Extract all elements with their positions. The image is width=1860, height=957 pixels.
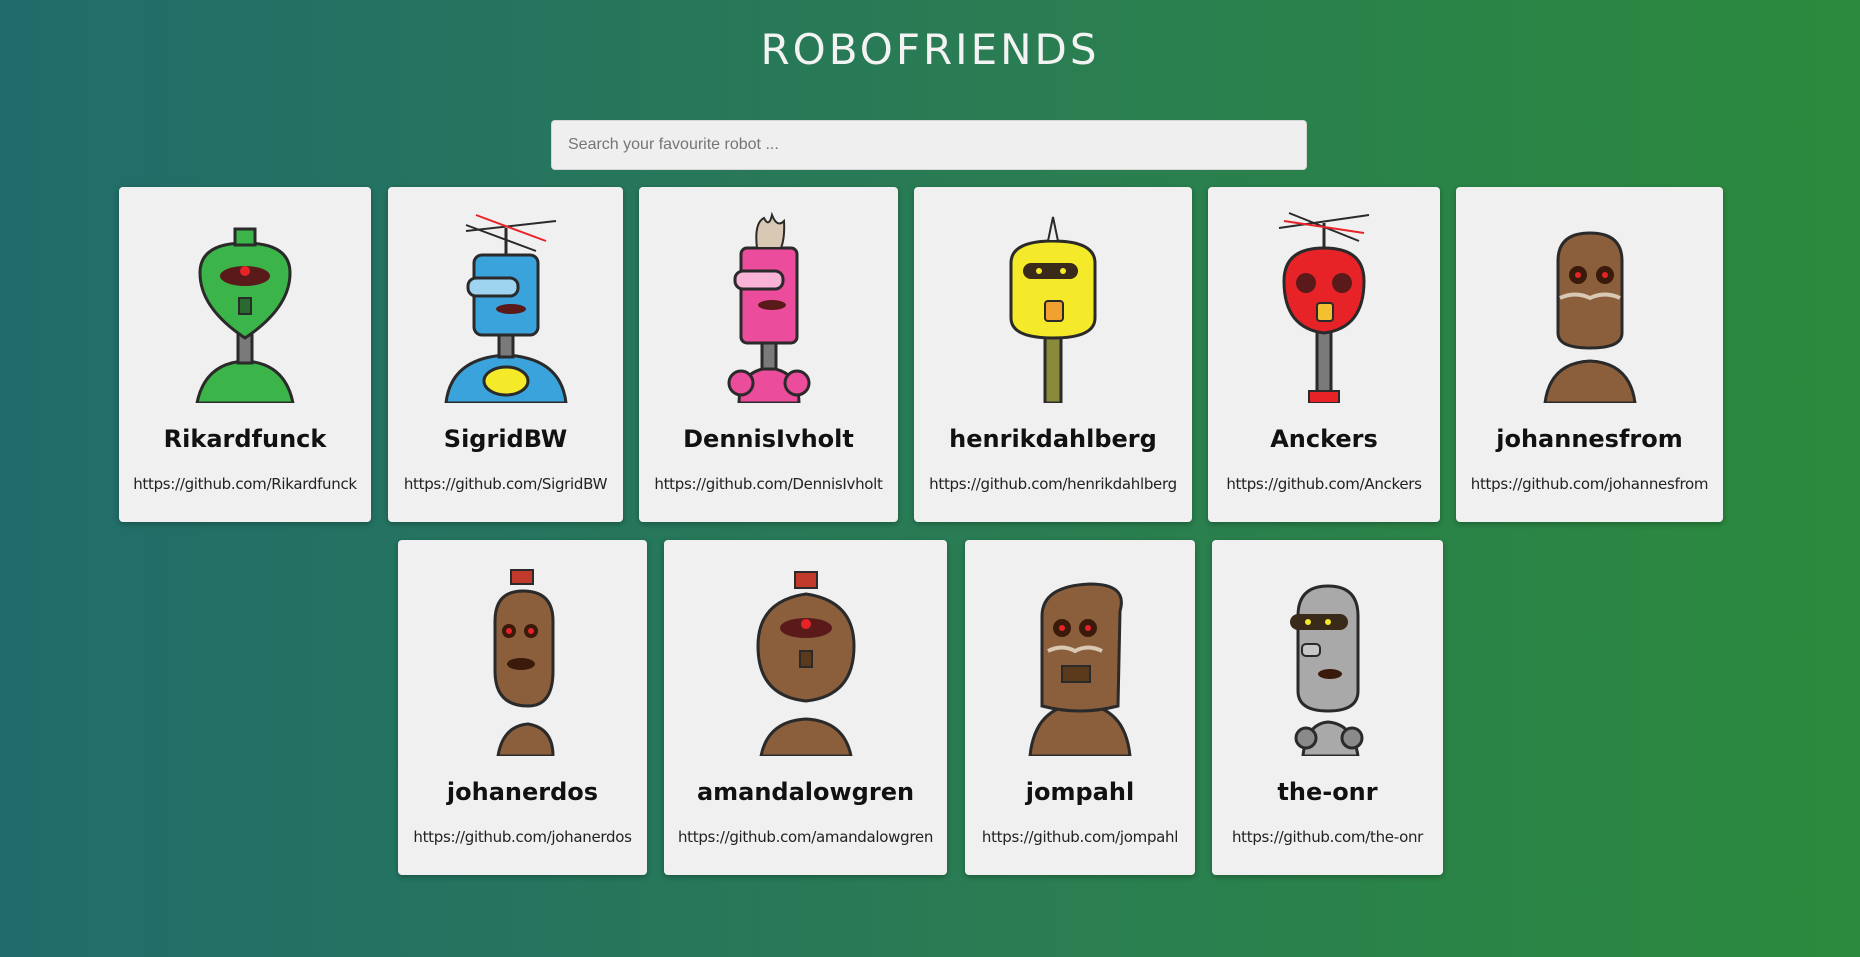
brown-robot-icon — [1028, 582, 1132, 756]
robot-card[interactable]: Rikardfunck https://github.com/Rikardfun… — [119, 187, 371, 522]
robot-name: amandalowgren — [696, 778, 915, 806]
brown-robot-icon — [1542, 231, 1637, 403]
robot-name: johannesfrom — [1496, 425, 1683, 453]
search-input[interactable] — [551, 120, 1307, 170]
silver-robot-icon — [1289, 584, 1363, 756]
robot-url[interactable]: https://github.com/johannesfrom — [1456, 475, 1723, 493]
robot-url[interactable]: https://github.com/Anckers — [1208, 475, 1440, 493]
robot-card[interactable]: johannesfrom https://github.com/johannes… — [1456, 187, 1723, 522]
blue-robot-icon — [443, 214, 568, 403]
robot-url[interactable]: https://github.com/the-onr — [1212, 828, 1443, 846]
robot-name: SigridBW — [443, 425, 568, 453]
red-robot-icon — [1278, 212, 1370, 403]
robot-card[interactable]: DennisIvholt https://github.com/DennisIv… — [639, 187, 898, 522]
robot-card[interactable]: SigridBW https://github.com/SigridBW — [388, 187, 623, 522]
robot-name: Anckers — [1270, 425, 1378, 453]
brown-robot-icon — [755, 571, 856, 756]
pink-robot-icon — [727, 211, 810, 403]
robot-card[interactable]: johanerdos https://github.com/johanerdos — [398, 540, 647, 875]
green-robot-icon — [195, 227, 295, 403]
robot-name: jompahl — [1025, 778, 1135, 806]
robot-url[interactable]: https://github.com/henrikdahlberg — [914, 475, 1192, 493]
robot-url[interactable]: https://github.com/SigridBW — [388, 475, 623, 493]
robot-url[interactable]: https://github.com/DennisIvholt — [639, 475, 898, 493]
robot-url[interactable]: https://github.com/jompahl — [965, 828, 1195, 846]
robot-card[interactable]: Anckers https://github.com/Anckers — [1208, 187, 1440, 522]
robot-url[interactable]: https://github.com/Rikardfunck — [119, 475, 371, 493]
robot-card[interactable]: the-onr https://github.com/the-onr — [1212, 540, 1443, 875]
app-title: ROBOFRIENDS — [760, 25, 1100, 74]
robot-name: johanerdos — [446, 778, 599, 806]
robot-url[interactable]: https://github.com/amandalowgren — [664, 828, 947, 846]
robot-card[interactable]: amandalowgren https://github.com/amandal… — [664, 540, 947, 875]
robot-name: henrikdahlberg — [949, 425, 1157, 453]
brown-robot-icon — [493, 569, 555, 756]
robot-name: Rikardfunck — [163, 425, 327, 453]
robot-url[interactable]: https://github.com/johanerdos — [398, 828, 647, 846]
robot-card[interactable]: henrikdahlberg https://github.com/henrik… — [914, 187, 1192, 522]
yellow-robot-icon — [1009, 216, 1097, 403]
robot-card[interactable]: jompahl https://github.com/jompahl — [965, 540, 1195, 875]
robot-name: the-onr — [1277, 778, 1378, 806]
robot-name: DennisIvholt — [683, 425, 854, 453]
